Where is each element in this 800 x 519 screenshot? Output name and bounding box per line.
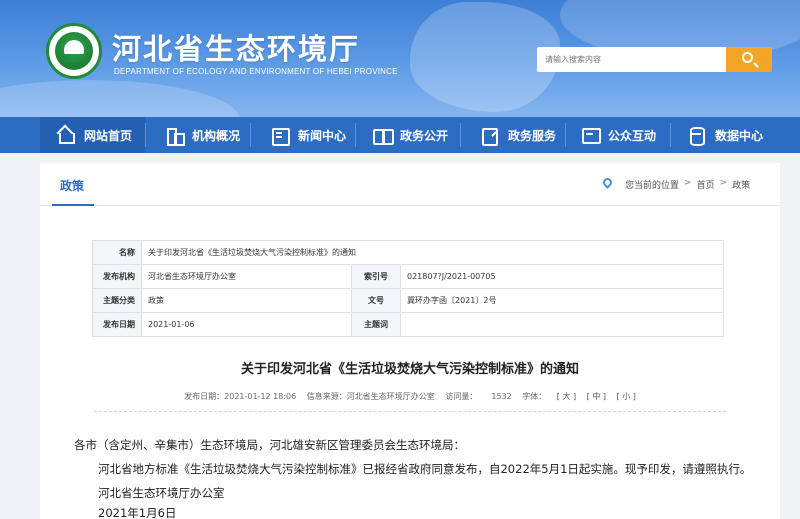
nav-item-data[interactable]: 数据中心 bbox=[670, 117, 780, 153]
nav-item-label: 政务公开 bbox=[400, 128, 449, 143]
active-tab-indicator bbox=[52, 204, 94, 206]
document-meta-table: 名称 关于印发河北省《生活垃圾焚烧大气污染控制标准》的通知 发布机构 河北省生态… bbox=[92, 240, 724, 337]
table-row: 主题分类 政策 文号 冀环办字函〔2021〕2号 bbox=[92, 288, 724, 313]
search-input[interactable] bbox=[537, 47, 726, 72]
meta-index-value: 021807?J/2021-00705 bbox=[400, 264, 724, 289]
info-source: 信息来源：河北省生态环境厅办公室 bbox=[307, 392, 435, 401]
meta-date-label: 发布日期 bbox=[92, 312, 142, 337]
article-salutation: 各市（含定州、辛集市）生态环境局，河北雄安新区管理委员会生态环境局： bbox=[74, 438, 465, 452]
publish-date: 发布日期：2021-01-12 18:06 bbox=[184, 392, 296, 401]
home-icon bbox=[57, 127, 75, 144]
breadcrumb-current-link[interactable]: 政策 bbox=[732, 178, 750, 191]
news-icon bbox=[271, 127, 290, 146]
article-sign-date: 2021年1月6日 bbox=[98, 506, 177, 519]
org-icon bbox=[165, 127, 185, 146]
publish-date-label: 发布日期： bbox=[184, 392, 225, 401]
service-icon bbox=[481, 127, 499, 146]
nav-item-label: 政务服务 bbox=[508, 128, 557, 143]
nav-item-label: 新闻中心 bbox=[298, 128, 347, 143]
nav-item-label: 机构概况 bbox=[192, 128, 241, 143]
info-source-label: 信息来源： bbox=[306, 392, 347, 401]
nav-item-label: 数据中心 bbox=[715, 128, 764, 143]
location-pin-icon bbox=[601, 176, 614, 189]
meta-org-value: 河北省生态环境厅办公室 bbox=[141, 264, 352, 289]
publish-date-value: 2021-01-12 18:06 bbox=[224, 392, 297, 401]
meta-index-label: 索引号 bbox=[351, 264, 401, 289]
nav-item-label: 网站首页 bbox=[84, 128, 133, 143]
nav-item-org[interactable]: 机构概况 bbox=[145, 117, 250, 153]
nav-item-services[interactable]: 政务服务 bbox=[460, 117, 565, 153]
article-paragraph: 河北省地方标准《生活垃圾焚烧大气污染控制标准》已报经省政府同意发布，自2022年… bbox=[98, 462, 752, 476]
meta-name-value: 关于印发河北省《生活垃圾焚烧大气污染控制标准》的通知 bbox=[141, 240, 724, 265]
meta-name-label: 名称 bbox=[92, 240, 142, 265]
site-subtitle: DEPARTMENT OF ECOLOGY AND ENVIRONMENT OF… bbox=[114, 67, 398, 76]
book-icon bbox=[373, 127, 394, 145]
data-icon bbox=[688, 127, 706, 146]
article-title: 关于印发河北省《生活垃圾焚烧大气污染控制标准》的通知 bbox=[240, 362, 579, 377]
table-row: 名称 关于印发河北省《生活垃圾焚烧大气污染控制标准》的通知 bbox=[92, 240, 724, 265]
font-size-label: 字体： bbox=[522, 392, 547, 401]
article-info-bar: 发布日期：2021-01-12 18:06 信息来源：河北省生态环境厅办公室 访… bbox=[40, 391, 780, 402]
nav-item-interaction[interactable]: 公众互动 bbox=[565, 117, 670, 153]
chat-icon bbox=[581, 127, 601, 144]
breadcrumb-separator: > bbox=[719, 178, 728, 188]
logo-text: ZHB bbox=[65, 62, 83, 70]
meta-keywords-value bbox=[400, 312, 724, 337]
section-tab-policy[interactable]: 政策 bbox=[60, 177, 84, 194]
font-medium-button[interactable]: [ 中 ] bbox=[587, 392, 606, 401]
site-header: ZHB 河北省生态环境厅 DEPARTMENT OF ECOLOGY AND E… bbox=[0, 0, 800, 117]
view-count: 访问量： 1532 bbox=[445, 392, 511, 401]
font-large-button[interactable]: [ 大 ] bbox=[557, 392, 576, 401]
meta-category-label: 主题分类 bbox=[92, 288, 142, 313]
breadcrumb-separator: > bbox=[684, 178, 692, 188]
site-logo[interactable]: ZHB bbox=[46, 23, 102, 79]
search-icon bbox=[742, 52, 753, 63]
nav-item-news[interactable]: 新闻中心 bbox=[250, 117, 355, 153]
meta-docno-value: 冀环办字函〔2021〕2号 bbox=[400, 288, 724, 313]
meta-org-label: 发布机构 bbox=[92, 264, 142, 289]
view-count-label: 访问量： bbox=[445, 392, 478, 401]
breadcrumb: 您当前的位置 > 首页 > 政策 bbox=[625, 178, 750, 191]
article-signature: 河北省生态环境厅办公室 bbox=[98, 486, 225, 500]
font-size-control: 字体： bbox=[522, 392, 546, 401]
header-cloud bbox=[0, 80, 240, 117]
meta-keywords-label: 主题词 bbox=[351, 312, 401, 337]
meta-date-value: 2021-01-06 bbox=[141, 312, 352, 337]
article-divider bbox=[94, 411, 726, 412]
meta-category-value: 政策 bbox=[141, 288, 352, 313]
breadcrumb-prefix: 您当前的位置 bbox=[625, 181, 680, 191]
nav-item-label: 公众互动 bbox=[608, 128, 657, 143]
view-count-value: 1532 bbox=[491, 392, 512, 401]
main-nav: 网站首页 机构概况 新闻中心 政务公开 政务服务 公众互动 数据中心 bbox=[0, 117, 800, 153]
table-row: 发布日期 2021-01-06 主题词 bbox=[92, 312, 724, 337]
info-source-value: 河北省生态环境厅办公室 bbox=[346, 392, 435, 401]
table-row: 发布机构 河北省生态环境厅办公室 索引号 021807?J/2021-00705 bbox=[92, 264, 724, 289]
site-title: 河北省生态环境厅 bbox=[112, 32, 361, 66]
meta-docno-label: 文号 bbox=[351, 288, 401, 313]
search-button[interactable] bbox=[726, 47, 772, 72]
nav-item-home[interactable]: 网站首页 bbox=[40, 117, 145, 153]
font-small-button[interactable]: [ 小 ] bbox=[617, 392, 636, 401]
breadcrumb-home-link[interactable]: 首页 bbox=[697, 178, 715, 191]
nav-item-public[interactable]: 政务公开 bbox=[355, 117, 460, 153]
section-divider bbox=[40, 205, 780, 206]
